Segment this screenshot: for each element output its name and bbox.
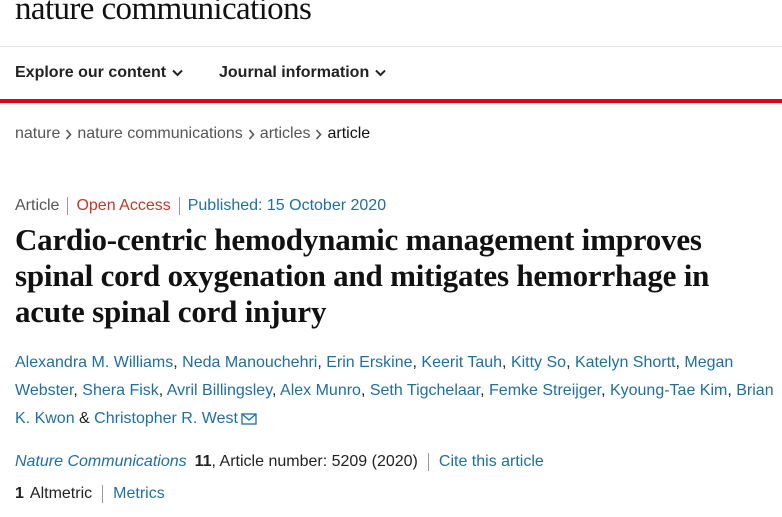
author-link[interactable]: Katelyn Shortt: [575, 354, 676, 371]
article-title: Cardio-centric hemodynamic management im…: [15, 222, 710, 329]
chevron-right-icon: [65, 128, 72, 140]
journal-logo[interactable]: nature communications: [15, 0, 312, 28]
author-link[interactable]: Shera Fisk: [82, 382, 158, 399]
breadcrumb-item-article: article: [327, 125, 371, 142]
author-separator: ,: [272, 382, 281, 399]
breadcrumb-item-articles[interactable]: articles: [260, 125, 311, 143]
chevron-down-icon: [172, 69, 183, 77]
author-separator: ,: [73, 382, 83, 399]
citation-line: Nature Communications 11 , Article numbe…: [15, 453, 544, 471]
altmetric-label: Altmetric: [29, 485, 93, 502]
chevron-right-icon: [315, 128, 323, 140]
open-access-badge: Open Access: [76, 197, 171, 214]
altmetric-count: 1: [15, 485, 24, 502]
author-link[interactable]: Seth Tigchelaar: [370, 382, 480, 399]
author-separator: ,: [173, 354, 183, 371]
author-separator: ,: [158, 382, 167, 399]
divider: [102, 485, 104, 503]
mail-icon[interactable]: [241, 413, 257, 425]
breadcrumb: nature nature communications articles ar…: [15, 125, 370, 143]
divider: [67, 197, 69, 215]
breadcrumb-item-nature-communications[interactable]: nature communications: [77, 125, 242, 143]
author-separator: &: [74, 410, 95, 427]
author-separator: ,: [317, 354, 327, 371]
chevron-right-icon: [248, 128, 255, 140]
breadcrumb-item-nature[interactable]: nature: [15, 125, 60, 143]
logo-bar: nature communications: [0, 0, 782, 47]
nav-item-label: Journal information: [219, 64, 370, 81]
article-type: Article: [15, 197, 60, 214]
site-header: nature communications Explore our conten…: [0, 0, 782, 103]
author-link[interactable]: Alex Munro: [280, 382, 361, 399]
metrics-link[interactable]: Metrics: [113, 485, 165, 503]
author-link[interactable]: Erin Erskine: [326, 354, 412, 371]
chevron-down-icon: [375, 69, 386, 77]
article-meta: Article Open Access Published: 15 Octobe…: [15, 197, 386, 215]
author-link[interactable]: Femke Streijger: [489, 382, 601, 399]
author-link[interactable]: Keerit Tauh: [421, 354, 502, 371]
author-link[interactable]: Neda Manouchehri: [182, 354, 317, 371]
main-nav: Explore our content Journal information: [0, 47, 782, 103]
author-separator: ,: [566, 354, 575, 371]
author-link[interactable]: Kyoung-Tae Kim: [610, 382, 727, 399]
author-link[interactable]: Alexandra M. Williams: [15, 354, 173, 371]
author-separator: ,: [727, 382, 737, 399]
divider: [178, 197, 180, 215]
author-separator: ,: [502, 354, 511, 371]
published-date: Published: 15 October 2020: [187, 197, 387, 214]
journal-name[interactable]: Nature Communications: [15, 453, 187, 471]
author-separator: ,: [360, 382, 370, 399]
divider: [427, 453, 429, 471]
article-number: , Article number: 5209 (2020): [211, 453, 418, 470]
nav-item-label: Explore our content: [15, 64, 167, 81]
author-link[interactable]: Christopher R. West: [94, 410, 238, 427]
author-link[interactable]: Avril Billingsley: [167, 382, 272, 399]
author-separator: ,: [480, 382, 490, 399]
volume-number: 11: [194, 453, 212, 470]
cite-this-article-link[interactable]: Cite this article: [439, 453, 544, 471]
nav-explore-content[interactable]: Explore our content: [15, 64, 183, 82]
author-link[interactable]: Kitty So: [511, 354, 566, 371]
author-separator: ,: [601, 382, 610, 399]
nav-journal-information[interactable]: Journal information: [219, 64, 386, 82]
author-list: Alexandra M. Williams, Neda Manouchehri,…: [15, 349, 775, 433]
metrics-line: 1 Altmetric Metrics: [15, 485, 165, 503]
